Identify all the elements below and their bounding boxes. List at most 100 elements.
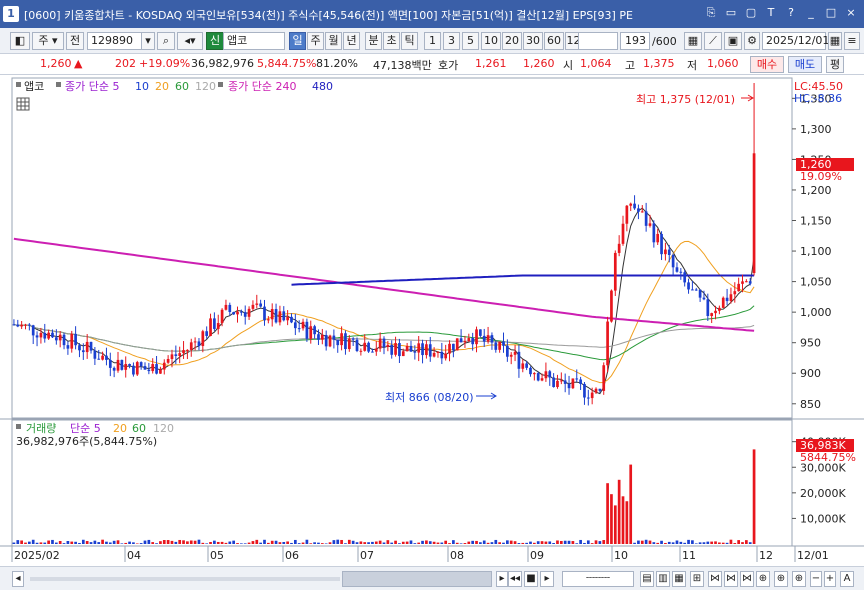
bid-price-2: 1,260 [523, 57, 555, 70]
indicator-icon[interactable]: ⟋ [704, 32, 722, 50]
interval-1[interactable]: 1 [424, 32, 441, 50]
close-button[interactable]: × [844, 6, 858, 20]
tab-month[interactable]: 월 [325, 32, 342, 50]
candle-body [155, 364, 158, 374]
help-icon[interactable]: ? [784, 6, 798, 20]
volume-bar [189, 540, 193, 544]
tool-icon-2[interactable]: ▥ [656, 571, 670, 587]
tab-second[interactable]: 초 [383, 32, 400, 50]
candle-body [702, 297, 706, 300]
evaluate-button[interactable]: 평 [826, 56, 844, 73]
scroll-track[interactable] [30, 577, 340, 581]
interval-5[interactable]: 5 [462, 32, 479, 50]
zoom-in-icon[interactable]: + [824, 571, 836, 587]
date-input[interactable]: 2025/12/01 [762, 32, 829, 50]
legend-vol-ma5: 단순 5 [70, 422, 101, 435]
tool-icon-9[interactable]: ⊕ [774, 571, 788, 587]
interval-3[interactable]: 3 [443, 32, 460, 50]
sell-button[interactable]: 매도 [788, 56, 822, 73]
interval-30[interactable]: 30 [523, 32, 543, 50]
stock-name-field[interactable]: 앱코 [223, 32, 285, 50]
volume-bar [706, 541, 710, 544]
font-size-icon[interactable]: A [840, 571, 854, 587]
grid-icon[interactable]: ▦ [684, 32, 702, 50]
tab-minute[interactable]: 분 [365, 32, 382, 50]
tool-icon-3[interactable]: ▦ [672, 571, 686, 587]
up-arrow-icon: ▲ [74, 57, 83, 70]
candle-body [359, 350, 363, 352]
candle-body [571, 378, 575, 389]
volume-bar [583, 542, 586, 544]
volume-bar [482, 540, 486, 544]
window-icon[interactable]: ▢ [744, 6, 758, 20]
sound-icon[interactable]: ◂▾ [177, 32, 203, 50]
volume-bar [517, 543, 521, 544]
tab-year[interactable]: 년 [343, 32, 360, 50]
layout-icon[interactable]: ◧ [10, 32, 30, 50]
play-back-icon[interactable]: ▸ [496, 571, 508, 587]
settings-icon[interactable]: ⚙ [744, 32, 760, 50]
buy-button[interactable]: 매수 [750, 56, 784, 73]
tool-icon-8[interactable]: ⊕ [756, 571, 770, 587]
rewind-icon[interactable]: ◂◂ [508, 571, 522, 587]
volume-bar [428, 541, 432, 544]
candle-body [174, 354, 178, 356]
custom-interval-input[interactable] [578, 32, 618, 50]
candle-body [166, 358, 170, 363]
text-icon[interactable]: T [764, 6, 778, 20]
calendar-icon[interactable]: ▦ [828, 32, 842, 50]
search-icon[interactable]: ⌕ [157, 32, 175, 50]
interval-60[interactable]: 60 [544, 32, 564, 50]
volume-bar [660, 540, 663, 544]
candle-body [721, 297, 725, 308]
menu-icon[interactable]: ≡ [844, 32, 860, 50]
tool-icon-5[interactable]: ⋈ [708, 571, 722, 587]
forward-icon[interactable]: ▸ [540, 571, 554, 587]
minimize-button[interactable]: _ [804, 6, 818, 20]
count-input[interactable]: 193 [620, 32, 650, 50]
tool-icon-4[interactable]: ⊞ [690, 571, 704, 587]
volume-bar [205, 543, 209, 544]
save-icon[interactable]: ▣ [724, 32, 742, 50]
window-title: [0600] 키움종합차트 - KOSDAQ 외국인보유[534(천)] 주식수… [24, 9, 633, 22]
tab-tick[interactable]: 틱 [401, 32, 418, 50]
prev-button[interactable]: 전 [66, 32, 84, 50]
volume-bar [440, 542, 444, 544]
zoom-slider[interactable]: ┄┄┄┄ [562, 571, 634, 587]
tool-icon-7[interactable]: ⋈ [740, 571, 754, 587]
tab-day[interactable]: 일 [289, 32, 306, 50]
stop-icon[interactable]: ■ [524, 571, 538, 587]
volume-bar [278, 542, 282, 544]
volume-bar [178, 539, 182, 544]
quote-bar: 1,260 ▲ 202 +19.09% 36,982,976 5,844.75%… [0, 54, 864, 75]
maximize-button[interactable]: □ [824, 6, 838, 20]
code-dropdown-icon[interactable]: ▾ [141, 32, 155, 50]
candle-body [586, 397, 590, 399]
volume-bar [398, 543, 401, 544]
scroll-left-icon[interactable]: ◂ [12, 571, 24, 587]
period-select[interactable]: 주 ▾ [32, 32, 64, 50]
interval-20[interactable]: 20 [502, 32, 522, 50]
candle-body [613, 252, 617, 291]
chart-area[interactable]: 1,3501,3001,2501,2001,1501,1001,0501,000… [0, 76, 864, 566]
tile-icon[interactable]: ▭ [724, 6, 738, 20]
tool-icon-1[interactable]: ▤ [640, 571, 654, 587]
volume-bar [274, 540, 278, 544]
legend-ma20: 20 [155, 80, 169, 93]
code-input[interactable]: 129890 [87, 32, 142, 50]
scroll-thumb[interactable] [342, 571, 492, 587]
volume-bar [633, 542, 636, 544]
copy-icon[interactable]: ⎘ [704, 6, 718, 20]
table-icon[interactable] [16, 97, 30, 111]
volume-bar [340, 539, 343, 544]
tool-icon-6[interactable]: ⋈ [724, 571, 738, 587]
volume-bar [240, 543, 243, 544]
tab-week[interactable]: 주 [307, 32, 324, 50]
volume-bar [328, 542, 332, 544]
candle-body [637, 208, 640, 212]
interval-10[interactable]: 10 [481, 32, 501, 50]
zoom-out-icon[interactable]: − [810, 571, 822, 587]
tool-icon-10[interactable]: ⊕ [792, 571, 806, 587]
period-label: 주 [38, 34, 49, 47]
volume-bar [490, 542, 494, 544]
